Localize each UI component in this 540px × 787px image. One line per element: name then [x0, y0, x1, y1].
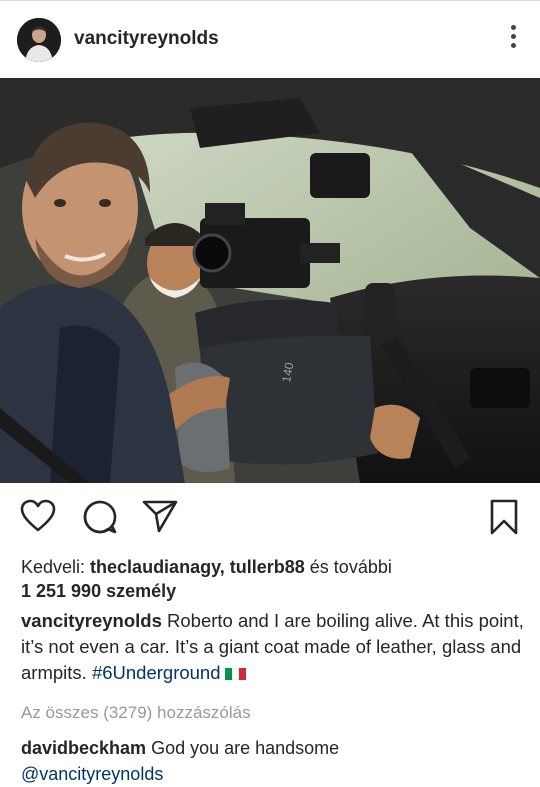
more-vertical-icon[interactable] — [508, 25, 518, 55]
likes-count[interactable]: 1 251 990 személy — [21, 580, 176, 602]
avatar-image — [17, 18, 61, 62]
liker-user-1[interactable]: theclaudianagy — [90, 557, 220, 577]
post-username[interactable]: vancityreynolds — [74, 28, 219, 50]
likes-separator: , — [219, 557, 230, 577]
likes-suffix: és további — [304, 557, 392, 577]
comment-item: davidbeckham God you are handsome @vanci… — [21, 735, 339, 787]
view-all-comments-link[interactable]: Az összes (3279) hozzászólás — [21, 703, 251, 723]
post-header: vancityreynolds — [0, 0, 540, 78]
likes-prefix: Kedveli: — [21, 557, 91, 577]
post-photo[interactable]: 140 — [0, 78, 540, 483]
car-selfie-image: 140 — [0, 78, 540, 483]
comment-icon[interactable] — [82, 499, 118, 540]
avatar[interactable] — [17, 18, 61, 62]
comment-username[interactable]: davidbeckham — [21, 738, 146, 758]
action-bar — [0, 483, 540, 547]
paper-plane-icon[interactable] — [142, 499, 178, 538]
italy-flag-icon — [224, 668, 247, 681]
caption-hashtag[interactable]: #6Underground — [92, 662, 221, 683]
heart-icon[interactable] — [20, 499, 56, 538]
caption-username[interactable]: vancityreynolds — [21, 610, 162, 631]
comment-mention[interactable]: @vancityreynolds — [21, 764, 163, 784]
bookmark-icon[interactable] — [490, 499, 518, 540]
liker-user-2[interactable]: tullerb88 — [230, 557, 305, 577]
likes-line: Kedveli: theclaudianagy, tullerb88 és to… — [21, 556, 392, 578]
comment-text: God you are handsome — [146, 738, 340, 758]
post-caption: vancityreynolds Roberto and I are boilin… — [21, 608, 526, 686]
